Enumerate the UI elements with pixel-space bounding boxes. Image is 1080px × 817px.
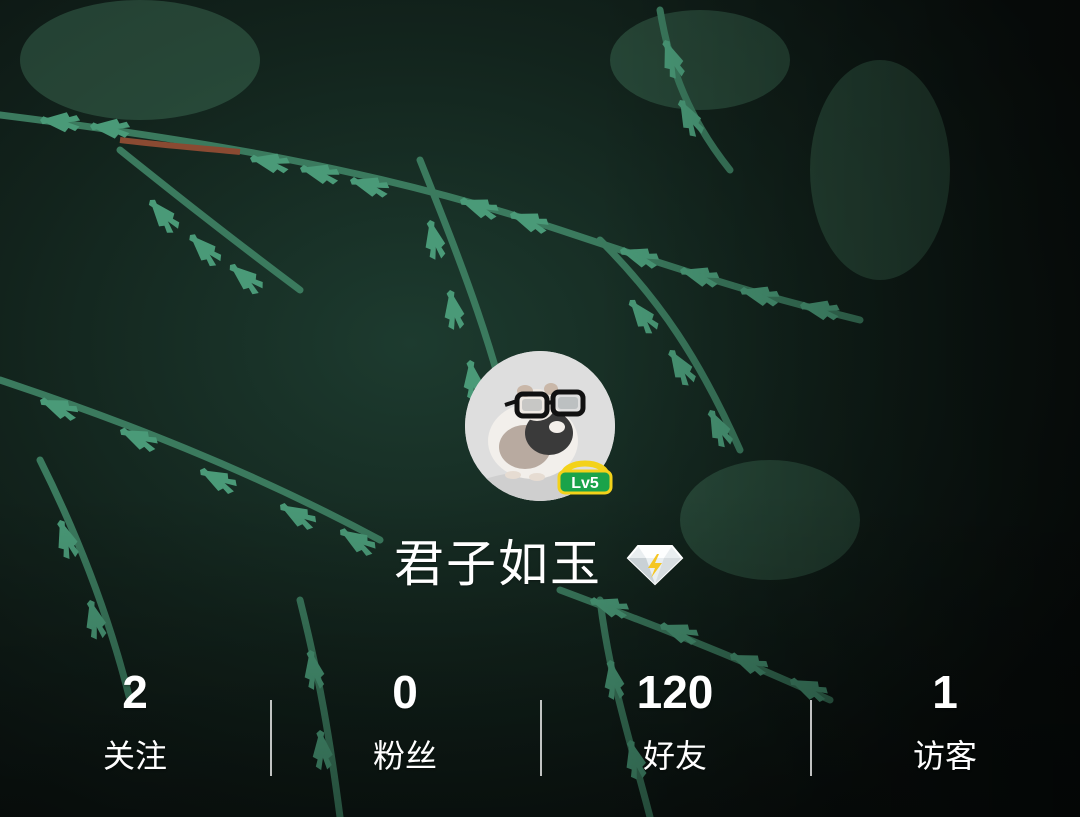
level-badge-label: Lv5 bbox=[571, 475, 599, 492]
profile-header: Lv5 君子如玉 2 关注 0 粉丝 120 好友 1 访客 bbox=[0, 0, 1080, 817]
stat-visitors-label: 访客 bbox=[912, 737, 977, 775]
profile-stats: 2 关注 0 粉丝 120 好友 1 访客 bbox=[0, 660, 1080, 790]
stat-visitors-count: 1 bbox=[932, 666, 958, 718]
stat-friends-label: 好友 bbox=[642, 737, 707, 775]
diamond-icon[interactable] bbox=[624, 540, 686, 588]
stat-friends-count: 120 bbox=[636, 666, 714, 718]
nickname-row: 君子如玉 bbox=[0, 531, 1080, 597]
stat-following-label: 关注 bbox=[102, 737, 167, 775]
stat-fans[interactable]: 0 粉丝 bbox=[270, 660, 540, 790]
stat-visitors[interactable]: 1 访客 bbox=[810, 660, 1080, 790]
stat-following[interactable]: 2 关注 bbox=[0, 660, 270, 790]
stat-friends[interactable]: 120 好友 bbox=[540, 660, 810, 790]
stat-following-count: 2 bbox=[122, 666, 148, 718]
stat-fans-count: 0 bbox=[392, 666, 418, 718]
nickname: 君子如玉 bbox=[394, 535, 602, 593]
avatar-container[interactable]: Lv5 bbox=[465, 351, 615, 501]
level-badge-icon: Lv5 bbox=[557, 460, 613, 495]
stat-fans-label: 粉丝 bbox=[372, 737, 437, 775]
